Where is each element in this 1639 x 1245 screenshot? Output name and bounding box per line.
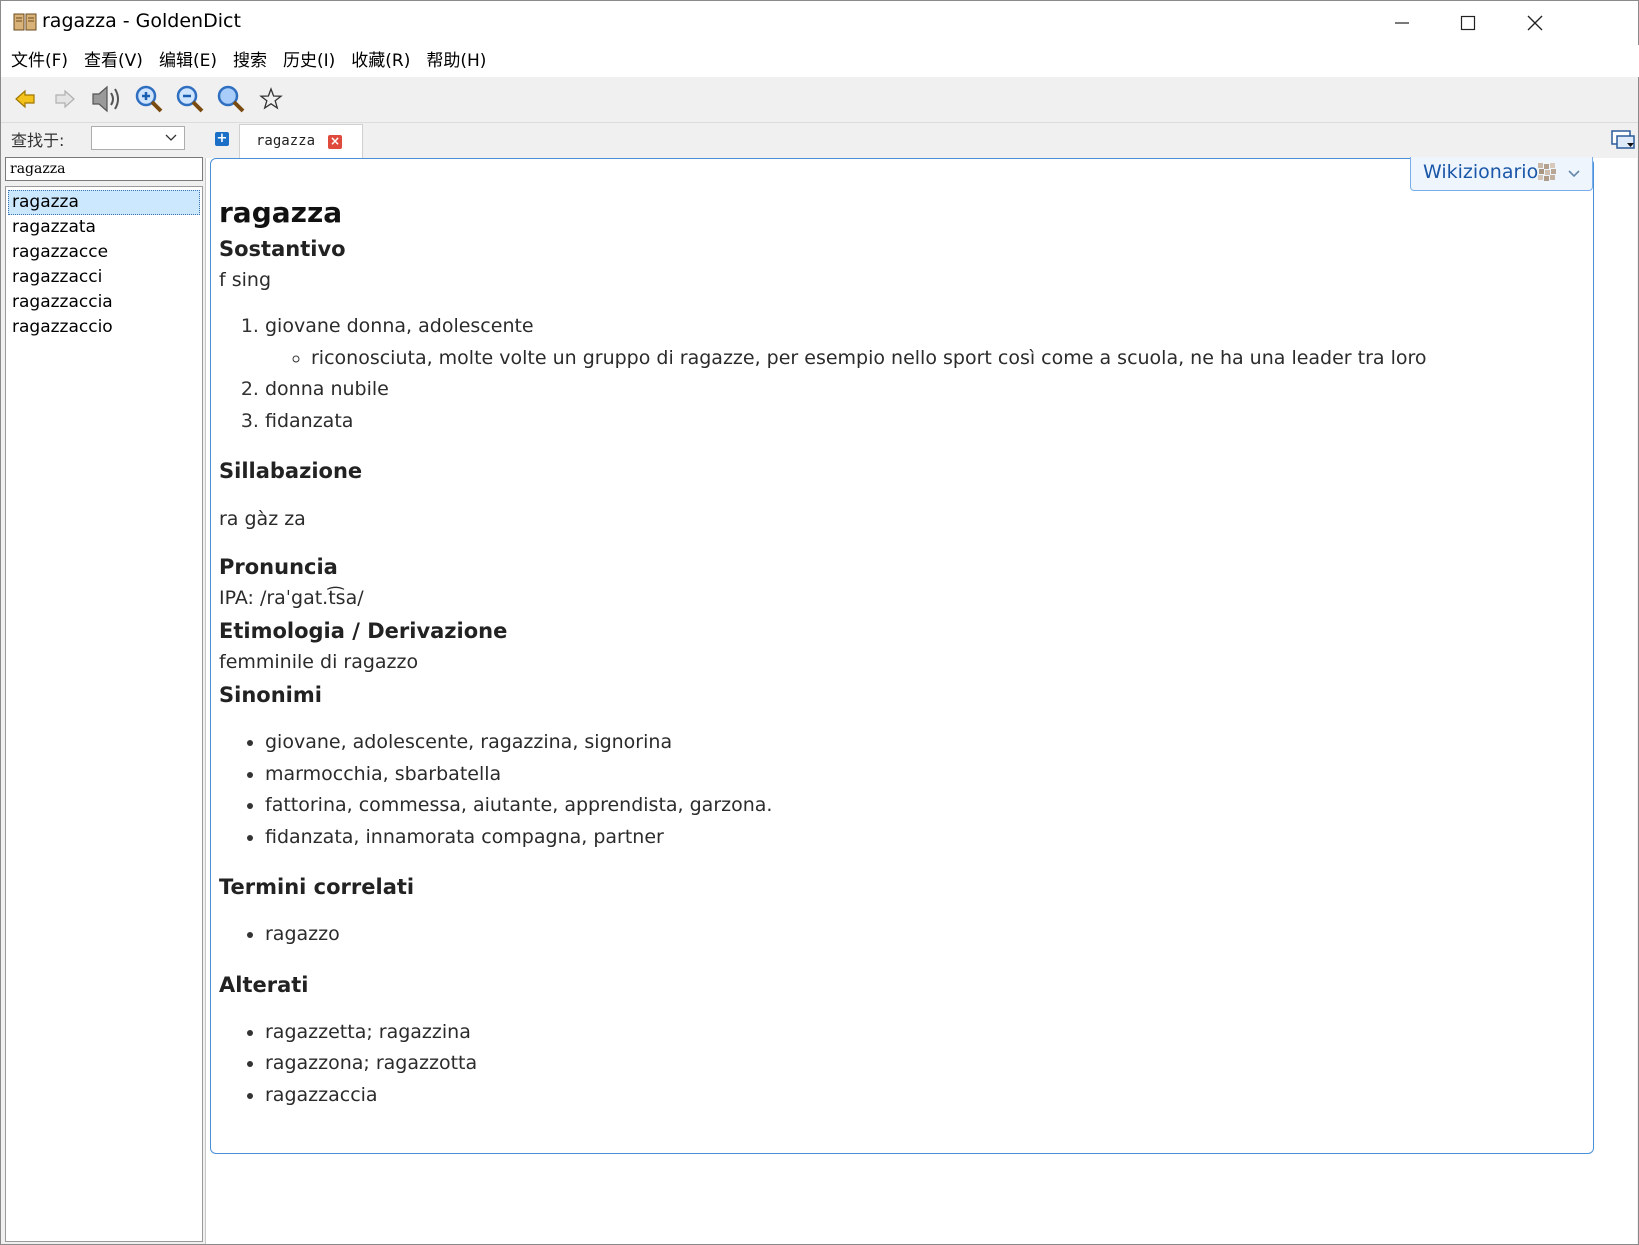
new-tab-button[interactable]: + xyxy=(215,132,229,146)
sense-text: donna nubile xyxy=(265,378,389,400)
synonym-item: fidanzata, innamorata compagna, partner xyxy=(265,822,1579,854)
senses-list: giovane donna, adolescente riconosciuta,… xyxy=(219,311,1579,437)
left-panel: 查找于: ragazza ragazzata ragazzacce ragazz… xyxy=(1,123,205,1244)
section-heading: Sostantivo xyxy=(219,237,346,261)
app-window: ragazza - GoldenDict 文件(F) 查看(V) 编辑(E) 搜… xyxy=(0,0,1639,1245)
zoom-out-icon xyxy=(176,85,204,113)
word-list-item[interactable]: ragazzata xyxy=(8,215,200,240)
tab-list-icon[interactable] xyxy=(1610,127,1636,151)
zoom-in-button[interactable] xyxy=(131,81,167,117)
sense-text: giovane donna, adolescente xyxy=(265,315,534,337)
synonym-item: giovane, adolescente, ragazzina, signori… xyxy=(265,727,1579,759)
word-list-item[interactable]: ragazzacci xyxy=(8,265,200,290)
wiktionary-icon xyxy=(1538,163,1556,181)
section-heading: Sillabazione xyxy=(219,459,363,483)
maximize-button[interactable] xyxy=(1434,1,1502,45)
headword: ragazza xyxy=(219,196,343,229)
altered-forms-list: ragazzetta; ragazzina ragazzona; ragazzo… xyxy=(219,1017,1579,1112)
lookin-label: 查找于: xyxy=(11,131,65,150)
word-list: ragazza ragazzata ragazzacce ragazzacci … xyxy=(5,186,203,1242)
star-icon xyxy=(259,87,283,110)
tab-label: ragazza xyxy=(256,133,316,149)
menu-search[interactable]: 搜索 xyxy=(225,45,275,77)
article-view: Wikizionario ragazza Sostantivo f sing g… xyxy=(205,157,1637,1244)
sub-sense-list: riconosciuta, molte volte un gruppo di r… xyxy=(265,343,1579,375)
window-title: ragazza - GoldenDict xyxy=(42,10,241,32)
book-icon xyxy=(13,13,37,31)
menu-favorites[interactable]: 收藏(R) xyxy=(343,45,418,77)
pronounce-button[interactable] xyxy=(89,81,125,117)
article-content: ragazza Sostantivo f sing giovane donna,… xyxy=(219,189,1579,1111)
dictionary-name: Wikizionario xyxy=(1423,161,1539,183)
zoom-reset-button[interactable] xyxy=(213,81,249,117)
menu-edit[interactable]: 编辑(E) xyxy=(151,45,225,77)
pronunciation: IPA: /raˈgat.t͡sa/ xyxy=(219,587,364,609)
minimize-icon xyxy=(1395,22,1409,24)
related-term-item[interactable]: ragazzo xyxy=(265,919,1579,951)
dictionary-group-select[interactable] xyxy=(91,126,185,150)
zoom-in-icon xyxy=(135,85,163,113)
forward-button[interactable] xyxy=(47,81,83,117)
close-button[interactable] xyxy=(1501,1,1569,45)
menu-bar: 文件(F) 查看(V) 编辑(E) 搜索 历史(I) 收藏(R) 帮助(H) xyxy=(1,45,1639,77)
word-list-item[interactable]: ragazza xyxy=(8,190,200,215)
sub-sense-item: riconosciuta, molte volte un gruppo di r… xyxy=(311,343,1579,375)
section-heading: Sinonimi xyxy=(219,683,322,707)
altered-form-item: ragazzetta; ragazzina xyxy=(265,1017,1579,1049)
chevron-down-icon xyxy=(165,134,177,141)
maximize-icon xyxy=(1460,15,1476,31)
dictionary-bar[interactable]: Wikizionario xyxy=(1410,157,1593,191)
grammar-info: f sing xyxy=(219,269,272,291)
related-term-link[interactable]: ragazzo xyxy=(265,923,340,945)
speaker-icon xyxy=(92,85,119,113)
minimize-button[interactable] xyxy=(1368,1,1436,45)
forward-arrow-icon xyxy=(55,89,75,109)
section-heading: Etimologia / Derivazione xyxy=(219,619,508,643)
tab-bar: + ragazza × xyxy=(207,123,1638,159)
section-heading: Alterati xyxy=(219,972,309,997)
synonym-item: fattorina, commessa, aiutante, apprendis… xyxy=(265,790,1579,822)
word-list-item[interactable]: ragazzacce xyxy=(8,240,200,265)
article-box: Wikizionario ragazza Sostantivo f sing g… xyxy=(210,157,1594,1154)
close-icon xyxy=(1527,15,1543,31)
word-list-item[interactable]: ragazzaccia xyxy=(8,290,200,315)
menu-view[interactable]: 查看(V) xyxy=(76,45,151,77)
zoom-out-button[interactable] xyxy=(172,81,208,117)
synonyms-list: giovane, adolescente, ragazzina, signori… xyxy=(219,727,1579,853)
sense-item: fidanzata xyxy=(265,406,1579,438)
section-heading: Pronuncia xyxy=(219,555,338,579)
title-bar: ragazza - GoldenDict xyxy=(1,1,1638,45)
syllabification: ra gàz za xyxy=(219,508,306,530)
zoom-reset-icon xyxy=(217,85,245,113)
word-list-item[interactable]: ragazzaccio xyxy=(8,315,200,340)
altered-form-item: ragazzona; ragazzotta xyxy=(265,1048,1579,1080)
tab-close-icon[interactable]: × xyxy=(328,135,342,149)
toolbar xyxy=(1,77,1638,123)
sense-item: giovane donna, adolescente riconosciuta,… xyxy=(265,311,1579,374)
related-terms-list: ragazzo xyxy=(219,919,1579,951)
sense-item: donna nubile xyxy=(265,374,1579,406)
tab-ragazza[interactable]: ragazza × xyxy=(239,124,363,158)
add-favorite-button[interactable] xyxy=(253,81,289,117)
back-button[interactable] xyxy=(7,81,43,117)
section-heading: Termini correlati xyxy=(219,875,415,899)
chevron-down-icon xyxy=(1568,170,1580,178)
menu-history[interactable]: 历史(I) xyxy=(275,45,343,77)
altered-form-item: ragazzaccia xyxy=(265,1080,1579,1112)
menu-file[interactable]: 文件(F) xyxy=(3,45,76,77)
sense-text: fidanzata xyxy=(265,409,354,432)
search-input[interactable] xyxy=(5,157,203,181)
etymology: femminile di ragazzo xyxy=(219,651,419,673)
synonym-item: marmocchia, sbarbatella xyxy=(265,759,1579,791)
back-arrow-icon xyxy=(15,89,35,109)
menu-help[interactable]: 帮助(H) xyxy=(418,45,494,77)
